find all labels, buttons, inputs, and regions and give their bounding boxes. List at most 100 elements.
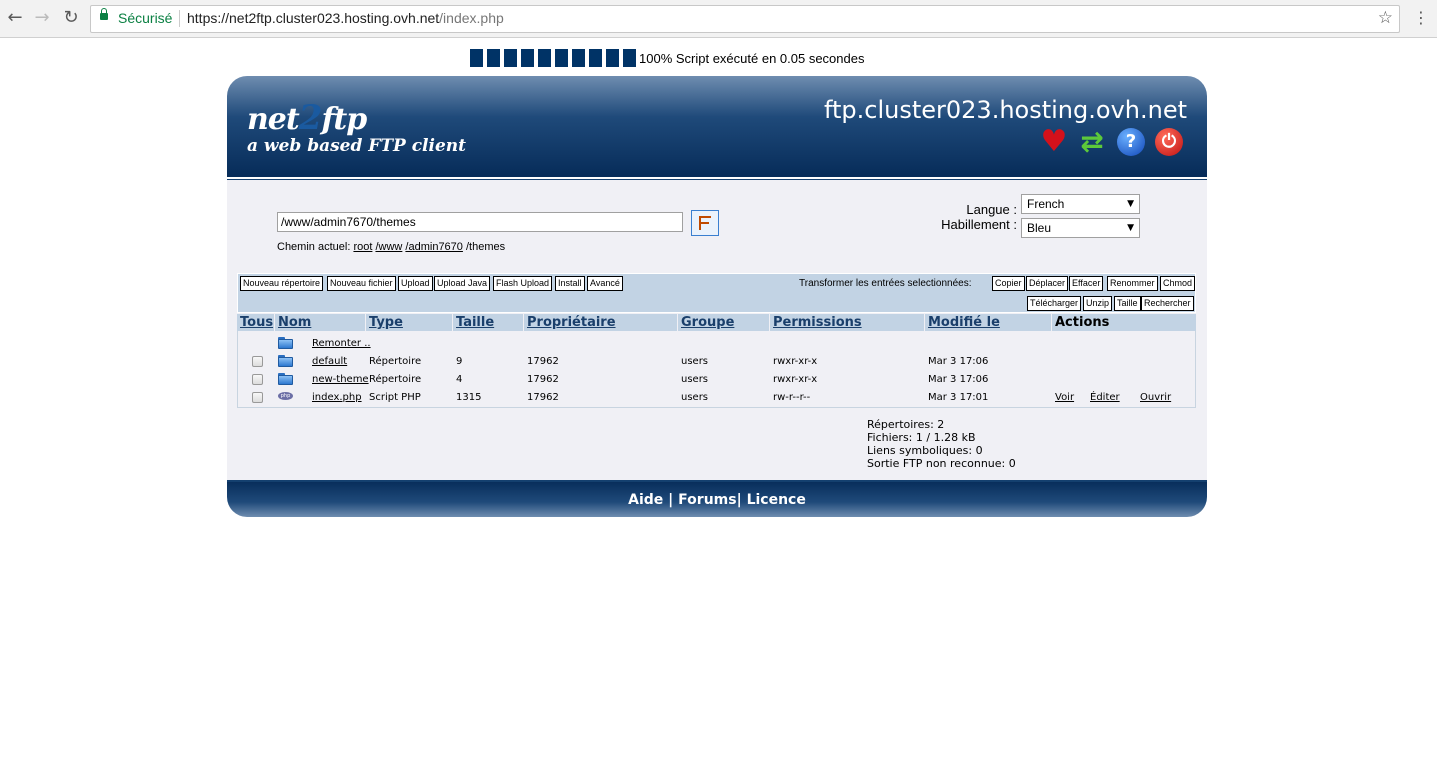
stats-dirs: Répertoires: 2 xyxy=(867,418,945,431)
secure-label: Sécurisé xyxy=(118,10,173,26)
col-all[interactable]: Tous xyxy=(237,314,274,331)
size-cell: 9 xyxy=(456,356,463,367)
transform-label: Transformer les entrées selectionnées: xyxy=(799,278,972,289)
stats-unrecognized: Sortie FTP non reconnue: 0 xyxy=(867,457,1016,470)
folder-up-icon[interactable] xyxy=(278,337,293,349)
group-cell: users xyxy=(681,374,709,385)
col-actions: Actions xyxy=(1052,314,1196,331)
progress-block xyxy=(605,48,620,68)
col-modified[interactable]: Modifié le xyxy=(925,314,1051,331)
open-link[interactable]: Ouvrir xyxy=(1140,392,1171,403)
copy-button[interactable]: Copier xyxy=(992,276,1025,291)
lock-icon xyxy=(100,8,108,20)
help-icon[interactable]: ? xyxy=(1117,128,1145,156)
up-link[interactable]: Remonter .. xyxy=(312,338,371,349)
breadcrumb-admin[interactable]: /admin7670 xyxy=(405,241,463,253)
hostname: ftp.cluster023.hosting.ovh.net xyxy=(823,96,1187,124)
forward-icon[interactable]: → xyxy=(32,8,52,28)
type-cell: Script PHP xyxy=(369,392,421,403)
directory-tree-button[interactable] xyxy=(691,210,719,236)
size-button[interactable]: Taille xyxy=(1114,296,1141,311)
owner-cell: 17962 xyxy=(527,356,559,367)
chmod-button[interactable]: Chmod xyxy=(1160,276,1196,291)
back-icon[interactable]: ← xyxy=(5,8,25,28)
file-name-link[interactable]: index.php xyxy=(312,392,362,403)
row-checkbox[interactable] xyxy=(252,392,263,403)
owner-cell: 17962 xyxy=(527,392,559,403)
type-cell: Répertoire xyxy=(369,374,422,385)
rename-button[interactable]: Renommer xyxy=(1107,276,1158,291)
reload-icon[interactable]: ↻ xyxy=(61,8,81,28)
col-size[interactable]: Taille xyxy=(453,314,523,331)
licence-link[interactable]: Licence xyxy=(747,492,806,508)
address-bar[interactable]: Sécurisé https://net2ftp.cluster023.host… xyxy=(90,5,1400,33)
progress-block xyxy=(469,48,484,68)
col-permissions[interactable]: Permissions xyxy=(770,314,924,331)
edit-action-cell: Éditer xyxy=(1090,392,1120,403)
language-select[interactable]: French xyxy=(1021,194,1140,214)
view-action-cell: Voir xyxy=(1055,392,1074,403)
progress-block xyxy=(486,48,501,68)
name-cell: new-theme xyxy=(312,374,369,385)
view-link[interactable]: Voir xyxy=(1055,392,1074,403)
logo-ftp: ftp xyxy=(321,102,367,137)
progress-block xyxy=(554,48,569,68)
row-checkbox[interactable] xyxy=(252,356,263,367)
language-label: Langue : xyxy=(966,202,1017,217)
unzip-button[interactable]: Unzip xyxy=(1083,296,1113,311)
install-button[interactable]: Install xyxy=(555,276,585,291)
name-cell: index.php xyxy=(312,392,362,403)
group-cell: users xyxy=(681,392,709,403)
folder-icon[interactable] xyxy=(278,373,293,385)
download-button[interactable]: Télécharger xyxy=(1027,296,1082,311)
refresh-icon[interactable]: ⇄ xyxy=(1078,128,1106,156)
table-row: new-theme Répertoire 4 17962 users rwxr-… xyxy=(238,372,1197,390)
col-type[interactable]: Type xyxy=(366,314,452,331)
col-group[interactable]: Groupe xyxy=(678,314,769,331)
row-checkbox[interactable] xyxy=(252,374,263,385)
new-file-button[interactable]: Nouveau fichier xyxy=(327,276,396,291)
edit-link[interactable]: Éditer xyxy=(1090,392,1120,403)
php-file-icon[interactable]: php xyxy=(278,392,293,400)
size-cell: 1315 xyxy=(456,392,482,403)
breadcrumb-www[interactable]: /www xyxy=(375,241,402,253)
logout-icon[interactable]: ⏻ xyxy=(1155,128,1183,156)
perms-cell: rwxr-xr-x xyxy=(773,356,818,367)
browser-menu-icon[interactable]: ⋮ xyxy=(1413,8,1429,27)
stats-links: Liens symboliques: 0 xyxy=(867,444,983,457)
delete-button[interactable]: Effacer xyxy=(1069,276,1104,291)
search-button[interactable]: Rechercher xyxy=(1141,296,1194,311)
owner-cell: 17962 xyxy=(527,374,559,385)
flash-upload-button[interactable]: Flash Upload xyxy=(493,276,553,291)
upload-java-button[interactable]: Upload Java xyxy=(434,276,491,291)
skin-select[interactable]: Bleu xyxy=(1021,218,1140,238)
modified-cell: Mar 3 17:06 xyxy=(928,374,989,385)
skin-label: Habillement : xyxy=(941,217,1017,232)
footer-sep-1: | xyxy=(663,492,679,508)
move-button[interactable]: Déplacer xyxy=(1026,276,1069,291)
advanced-button[interactable]: Avancé xyxy=(587,276,623,291)
col-name[interactable]: Nom xyxy=(275,314,365,331)
progress-text: 100% Script exécuté en 0.05 secondes xyxy=(639,51,865,66)
up-link-cell: Remonter .. xyxy=(312,338,371,349)
forums-link[interactable]: Forums xyxy=(678,492,736,508)
heart-icon[interactable]: ♥ xyxy=(1040,127,1068,157)
breadcrumb-root[interactable]: root xyxy=(353,241,372,253)
file-name-link[interactable]: new-theme xyxy=(312,374,369,385)
progress-block xyxy=(503,48,518,68)
bookmark-star-icon[interactable]: ☆ xyxy=(1378,8,1393,28)
logo-tagline: a web based FTP client xyxy=(247,136,466,156)
logo-net: net xyxy=(247,102,300,137)
new-directory-button[interactable]: Nouveau répertoire xyxy=(240,276,324,291)
file-name-link[interactable]: default xyxy=(312,356,347,367)
file-table-body: Remonter .. default Répertoire 9 17962 u… xyxy=(237,331,1196,408)
directory-input[interactable]: /www/admin7670/themes xyxy=(277,212,683,232)
file-table-header: Tous Nom Type Taille Propriétaire Groupe… xyxy=(237,314,1196,331)
folder-icon[interactable] xyxy=(278,355,293,367)
upload-button[interactable]: Upload xyxy=(398,276,433,291)
col-owner[interactable]: Propriétaire xyxy=(524,314,677,331)
url-path: /index.php xyxy=(439,10,504,26)
open-action-cell: Ouvrir xyxy=(1140,392,1171,403)
help-link[interactable]: Aide xyxy=(628,492,663,508)
footer-divider xyxy=(227,480,1207,482)
